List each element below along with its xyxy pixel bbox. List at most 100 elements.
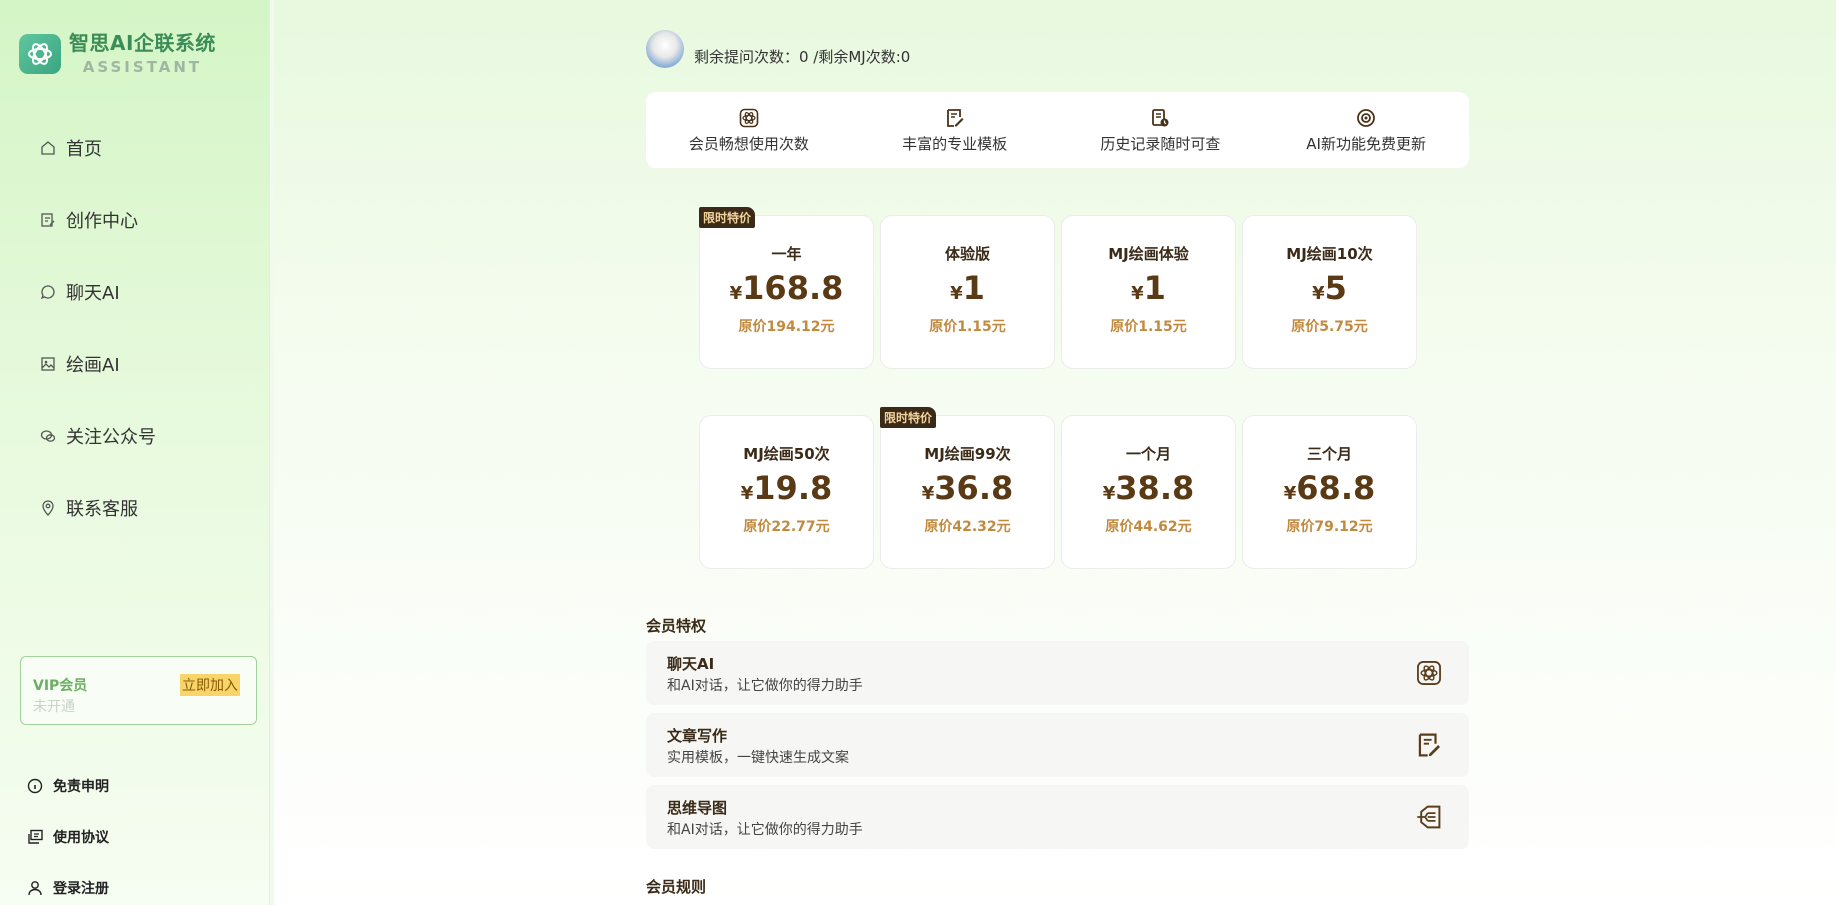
user-info: 剩余提问次数：0 /剩余MJ次数:0 xyxy=(646,30,910,68)
avatar[interactable] xyxy=(646,30,684,68)
perk-item: 聊天AI 和AI对话，让它做你的得力助手 xyxy=(646,641,1469,705)
login-register-link[interactable]: 登录注册 xyxy=(26,862,109,905)
footer-item-label: 登录注册 xyxy=(53,880,109,897)
plan-price-value: 36.8 xyxy=(934,469,1014,507)
plan-price: ¥1 xyxy=(1062,270,1235,312)
feature-strip: 会员畅想使用次数 丰富的专业模板 历史记录随时可查 AI新功能免费更新 xyxy=(646,92,1469,168)
plan-price-value: 38.8 xyxy=(1115,469,1195,507)
plan-name: MJ绘画99次 xyxy=(924,445,1011,463)
vip-title: VIP会员 xyxy=(33,678,88,694)
plan-card[interactable]: MJ绘画10次 ¥5 原价5.75元 xyxy=(1242,215,1417,369)
plan-card[interactable]: 限时特价 MJ绘画99次 ¥36.8 原价42.32元 xyxy=(880,407,1055,569)
brand[interactable]: 智思AI企联系统 ASSISTANT xyxy=(19,32,216,76)
perk-item: 文章写作 实用模板，一键快速生成文案 xyxy=(646,713,1469,777)
sidebar-divider xyxy=(270,0,274,905)
currency-symbol: ¥ xyxy=(1102,483,1116,504)
perk-desc: 和AI对话，让它做你的得力助手 xyxy=(667,678,863,694)
info-icon xyxy=(26,777,44,795)
sidebar-item-home[interactable]: 首页 xyxy=(0,112,270,184)
perk-title: 文章写作 xyxy=(667,727,728,745)
agreement-icon xyxy=(26,828,44,846)
perk-title: 聊天AI xyxy=(667,655,715,673)
plan-row: MJ绘画50次 ¥19.8 原价22.77元 限时特价 MJ绘画99次 ¥36.… xyxy=(699,407,1419,569)
feature-item: AI新功能免费更新 xyxy=(1263,92,1469,168)
plan-card[interactable]: 体验版 ¥1 原价1.15元 xyxy=(880,215,1055,369)
plan-name: 三个月 xyxy=(1306,445,1352,463)
quota-text: 剩余提问次数：0 /剩余MJ次数:0 xyxy=(694,47,911,66)
plan-card[interactable]: 限时特价 一年 ¥168.8 原价194.12元 xyxy=(699,207,874,369)
plan-card[interactable]: 三个月 ¥68.8 原价79.12元 xyxy=(1242,415,1417,569)
sidebar-item-support[interactable]: 联系客服 xyxy=(0,472,270,544)
plan-original-price: 原价194.12元 xyxy=(738,319,835,335)
plan-price: ¥19.8 xyxy=(700,470,873,512)
feature-item: 会员畅想使用次数 xyxy=(646,92,852,168)
plan-price-value: 5 xyxy=(1324,269,1347,307)
plan-price: ¥5 xyxy=(1243,270,1416,312)
user-icon xyxy=(26,879,44,897)
sidebar-item-creation[interactable]: 创作中心 xyxy=(0,184,270,256)
sidebar-item-label: 聊天AI xyxy=(66,283,120,304)
currency-symbol: ¥ xyxy=(1283,483,1297,504)
sidebar-item-label: 绘画AI xyxy=(66,355,120,376)
vip-card: VIP会员 未开通 立即加入 xyxy=(20,656,257,725)
currency-symbol: ¥ xyxy=(740,483,754,504)
feature-label: 会员畅想使用次数 xyxy=(688,134,809,153)
plan-card[interactable]: MJ绘画50次 ¥19.8 原价22.77元 xyxy=(699,415,874,569)
location-pin-icon xyxy=(40,500,56,516)
feature-label: 丰富的专业模板 xyxy=(902,134,1008,153)
plan-original-price: 原价5.75元 xyxy=(1291,319,1368,335)
perk-title: 思维导图 xyxy=(667,799,728,817)
plan-name: MJ绘画10次 xyxy=(1286,245,1373,263)
perk-desc: 和AI对话，让它做你的得力助手 xyxy=(667,822,863,838)
plan-original-price: 原价44.62元 xyxy=(1105,519,1192,535)
plan-card[interactable]: 一个月 ¥38.8 原价44.62元 xyxy=(1061,415,1236,569)
limited-offer-badge: 限时特价 xyxy=(880,407,937,428)
plan-name: 一年 xyxy=(771,245,802,263)
mindmap-icon xyxy=(1415,803,1443,831)
sidebar-item-chat[interactable]: 聊天AI xyxy=(0,256,270,328)
plan-card[interactable]: MJ绘画体验 ¥1 原价1.15元 xyxy=(1061,215,1236,369)
plan-name: 体验版 xyxy=(944,245,990,263)
brand-title: 智思AI企联系统 xyxy=(69,31,216,55)
atom-icon xyxy=(1415,659,1443,687)
feature-label: AI新功能免费更新 xyxy=(1306,134,1426,153)
plan-price: ¥36.8 xyxy=(881,470,1054,512)
sidebar-item-label: 联系客服 xyxy=(66,499,138,520)
limited-offer-badge: 限时特价 xyxy=(699,207,756,228)
atom-icon xyxy=(738,107,760,129)
sidebar-item-follow[interactable]: 关注公众号 xyxy=(0,400,270,472)
plan-original-price: 原价79.12元 xyxy=(1286,519,1373,535)
chat-bubble-icon xyxy=(40,284,56,300)
vip-status: 未开通 xyxy=(33,699,75,715)
perks-title: 会员特权 xyxy=(646,617,707,635)
plan-original-price: 原价22.77元 xyxy=(743,519,830,535)
plan-name: MJ绘画体验 xyxy=(1108,245,1189,263)
currency-symbol: ¥ xyxy=(1131,283,1144,304)
footer-item-label: 免责申明 xyxy=(53,778,109,795)
plan-price-value: 1 xyxy=(1143,269,1166,307)
plan-price-value: 19.8 xyxy=(753,469,833,507)
plan-original-price: 原价1.15元 xyxy=(1110,319,1187,335)
openai-logo-icon xyxy=(19,34,61,74)
plan-name: 一个月 xyxy=(1125,445,1171,463)
pen-note-icon xyxy=(944,107,966,129)
currency-symbol: ¥ xyxy=(729,283,743,304)
target-icon xyxy=(1355,107,1377,129)
sidebar-item-drawing[interactable]: 绘画AI xyxy=(0,328,270,400)
plan-price-value: 68.8 xyxy=(1296,469,1376,507)
currency-symbol: ¥ xyxy=(950,283,963,304)
wechat-icon xyxy=(40,428,56,444)
feature-label: 历史记录随时可查 xyxy=(1100,134,1221,153)
sidebar: 智思AI企联系统 ASSISTANT 首页 创作中心 聊天AI 绘画AI 关注公… xyxy=(0,0,270,905)
vip-join-button[interactable]: 立即加入 xyxy=(180,674,240,696)
disclaimer-link[interactable]: 免责申明 xyxy=(26,760,109,811)
plan-original-price: 原价42.32元 xyxy=(924,519,1011,535)
history-doc-icon xyxy=(1149,107,1171,129)
plan-price: ¥168.8 xyxy=(700,270,873,312)
rules-title: 会员规则 xyxy=(646,878,707,896)
agreement-link[interactable]: 使用协议 xyxy=(26,811,109,862)
sidebar-item-label: 首页 xyxy=(66,139,102,160)
pen-note-icon xyxy=(1415,731,1443,759)
plan-price-value: 1 xyxy=(962,269,985,307)
plan-price: ¥68.8 xyxy=(1243,470,1416,512)
